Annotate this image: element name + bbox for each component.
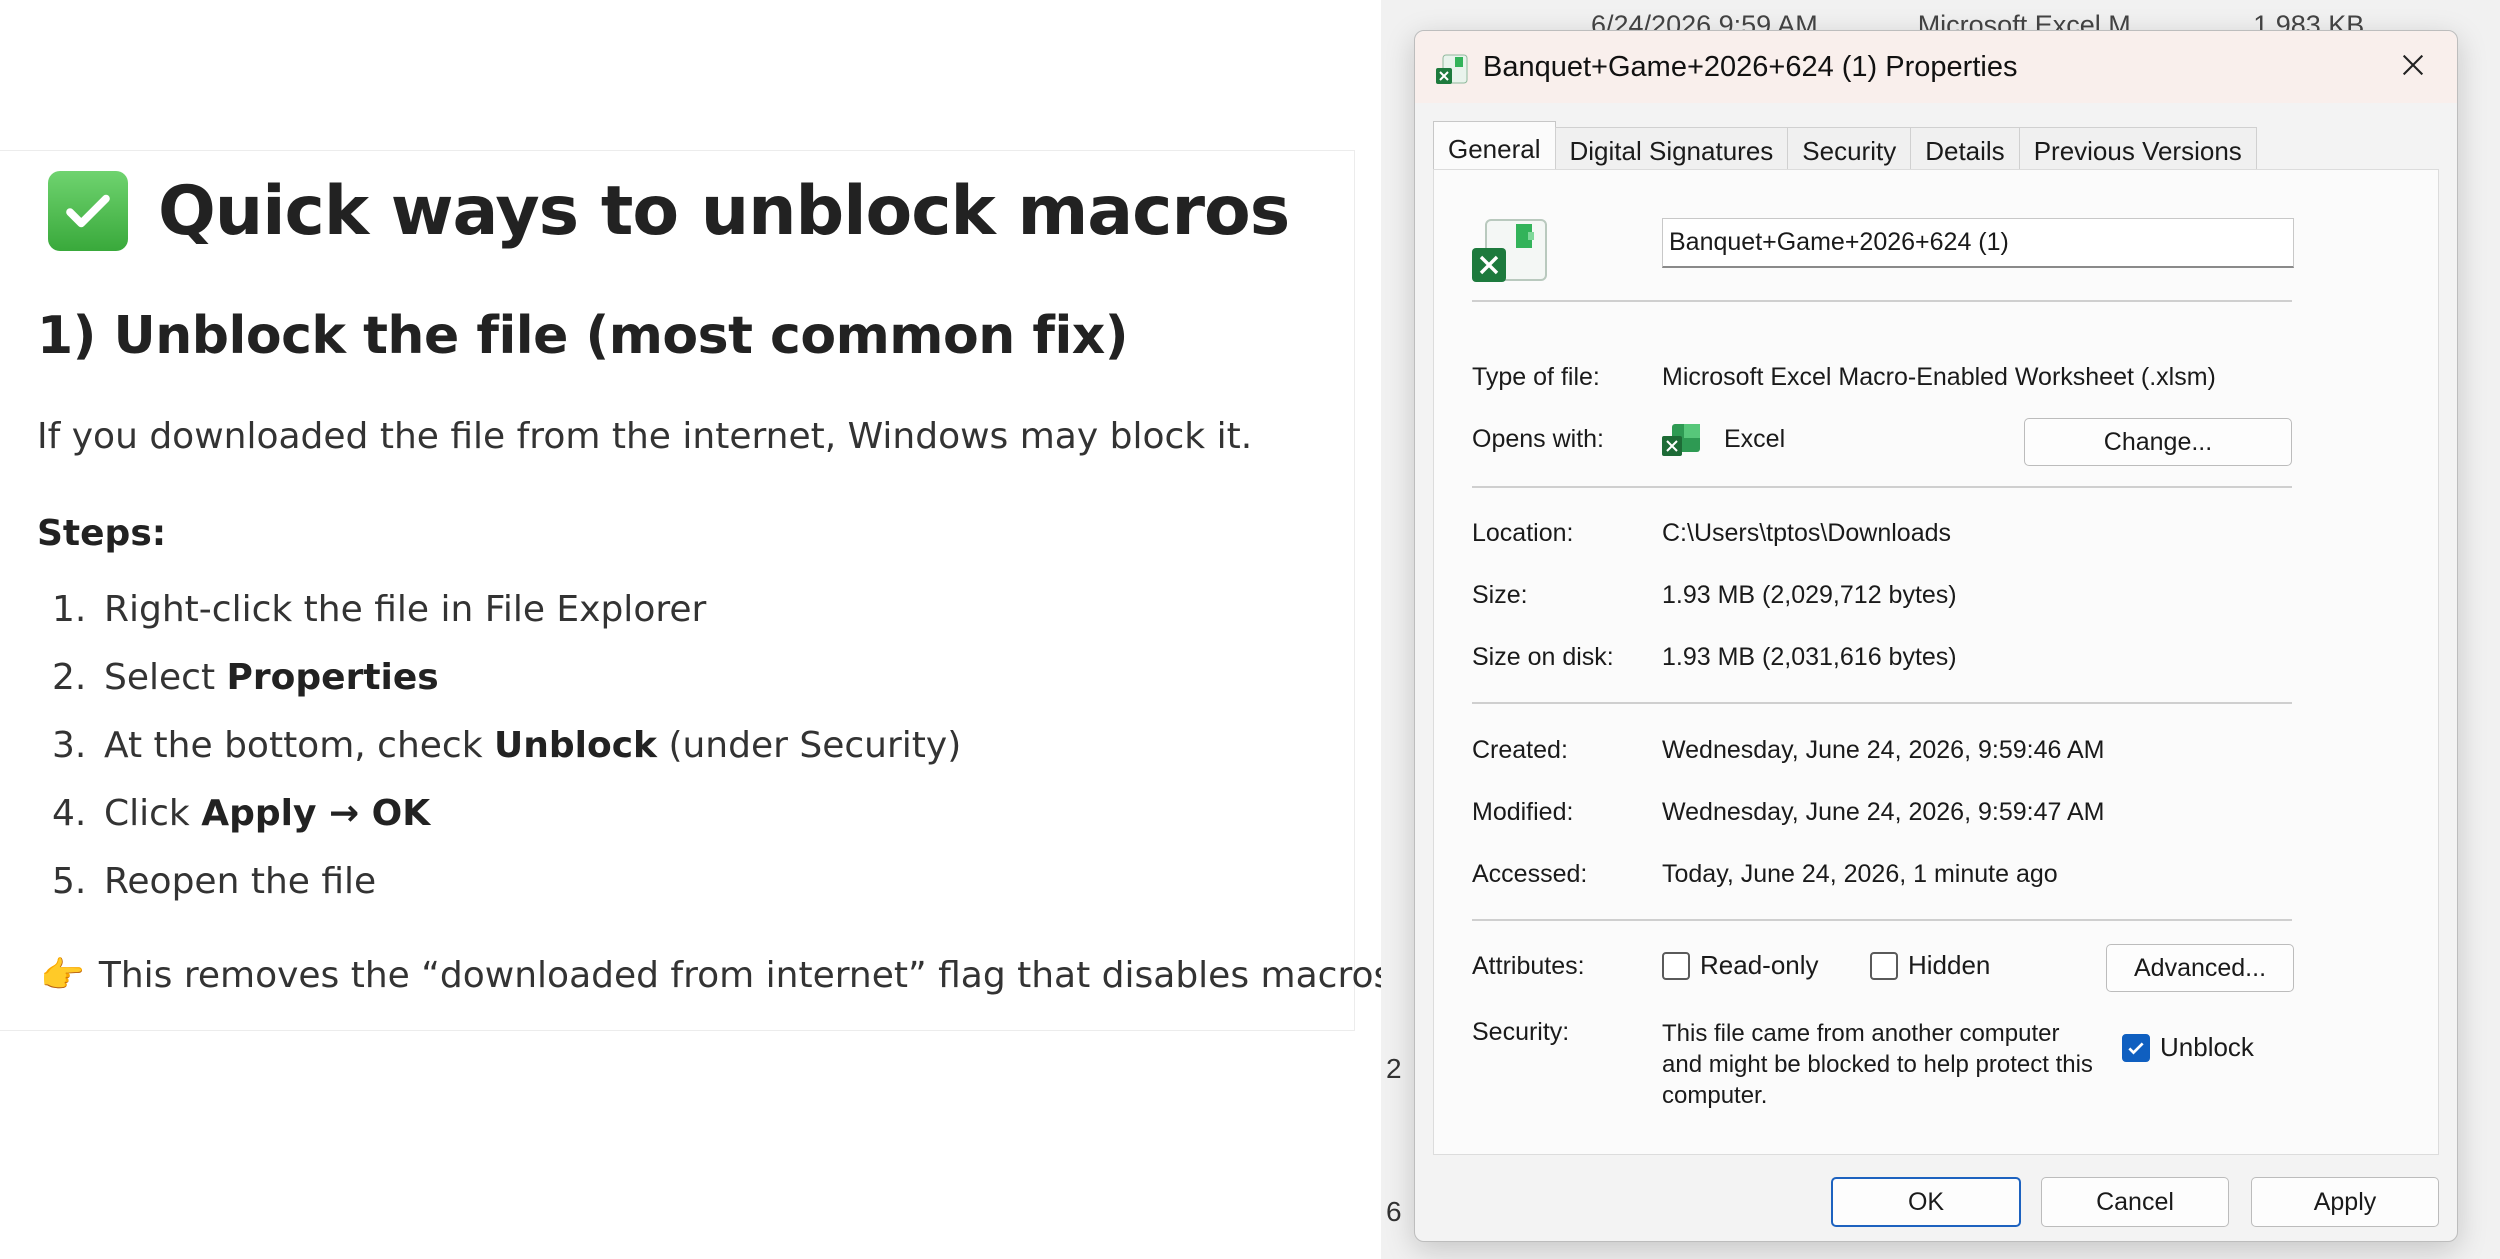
close-button[interactable] — [2393, 45, 2433, 85]
tab-security[interactable]: Security — [1787, 127, 1912, 174]
general-tab-pane: Type of file: Microsoft Excel Macro-Enab… — [1433, 169, 2439, 1155]
ok-button[interactable]: OK — [1831, 1177, 2021, 1227]
article-subheading: 1) Unblock the file (most common fix) — [37, 306, 1129, 366]
size-value: 1.93 MB (2,029,712 bytes) — [1662, 581, 1957, 609]
list-item: 2. Select Properties — [52, 657, 439, 698]
size-on-disk-label: Size on disk: — [1472, 643, 1614, 671]
tab-previous-versions[interactable]: Previous Versions — [2018, 127, 2257, 174]
tab-details[interactable]: Details — [1910, 127, 2020, 174]
location-label: Location: — [1472, 519, 1574, 547]
type-of-file-value: Microsoft Excel Macro-Enabled Worksheet … — [1662, 363, 2216, 391]
file-name-input[interactable] — [1662, 218, 2294, 268]
advanced-button[interactable]: Advanced... — [2106, 944, 2294, 992]
attributes-label: Attributes: — [1472, 952, 1585, 980]
properties-dialog: Banquet+Game+2026+624 (1) Properties Gen… — [1414, 30, 2458, 1242]
article-note-text: This removes the “downloaded from intern… — [98, 954, 1404, 996]
accessed-label: Accessed: — [1472, 860, 1588, 888]
type-of-file-label: Type of file: — [1472, 363, 1600, 391]
tab-digital-signatures[interactable]: Digital Signatures — [1554, 127, 1789, 174]
apply-button[interactable]: Apply — [2251, 1177, 2439, 1227]
hidden-checkbox-label: Hidden — [1908, 950, 1991, 980]
unblock-checkbox[interactable]: Unblock — [2122, 1032, 2254, 1063]
background-number: 2 — [1386, 1053, 1402, 1084]
size-on-disk-value: 1.93 MB (2,031,616 bytes) — [1662, 643, 1957, 671]
modified-label: Modified: — [1472, 798, 1574, 826]
excel-file-icon — [1436, 54, 1468, 84]
hidden-checkbox[interactable]: Hidden — [1870, 950, 1990, 981]
excel-file-icon — [1472, 219, 1547, 282]
readonly-checkbox-box[interactable] — [1662, 951, 1690, 980]
tab-general[interactable]: General — [1433, 121, 1556, 176]
excel-app-icon — [1662, 424, 1700, 456]
modified-value: Wednesday, June 24, 2026, 9:59:47 AM — [1662, 798, 2105, 826]
list-item: 3. At the bottom, check Unblock (under Se… — [52, 725, 962, 766]
steps-list: 1. Right-click the file in File Explorer … — [52, 589, 961, 929]
dialog-titlebar[interactable]: Banquet+Game+2026+624 (1) Properties — [1415, 31, 2457, 103]
opens-with-value: Excel — [1724, 425, 1786, 453]
created-value: Wednesday, June 24, 2026, 9:59:46 AM — [1662, 736, 2105, 764]
check-mark-button-icon — [48, 171, 128, 251]
divider — [1472, 702, 2292, 704]
hidden-checkbox-box[interactable] — [1870, 951, 1898, 980]
checkmark-icon — [2128, 1041, 2144, 1054]
article-heading: Quick ways to unblock macros — [48, 171, 1290, 251]
list-item: 4. Click Apply → OK — [52, 793, 431, 834]
size-label: Size: — [1472, 581, 1528, 609]
created-label: Created: — [1472, 736, 1568, 764]
unblock-checkbox-box[interactable] — [2122, 1033, 2150, 1062]
location-value: C:\Users\tptos\Downloads — [1662, 519, 1952, 547]
unblock-checkbox-label: Unblock — [2160, 1032, 2254, 1062]
tab-bar: General Digital Signatures Security Deta… — [1433, 121, 2257, 176]
divider — [1472, 300, 2292, 302]
pointing-hand-icon: 👉 — [40, 955, 85, 996]
change-button[interactable]: Change... — [2024, 418, 2292, 466]
list-item: 1. Right-click the file in File Explorer — [52, 589, 707, 630]
article-intro: If you downloaded the file from the inte… — [37, 416, 1253, 457]
steps-label: Steps: — [37, 513, 167, 554]
dialog-title: Banquet+Game+2026+624 (1) Properties — [1483, 51, 2018, 83]
background-number: 6 — [1386, 1196, 1402, 1227]
security-label: Security: — [1472, 1018, 1570, 1046]
cancel-button[interactable]: Cancel — [2041, 1177, 2229, 1227]
divider — [1472, 919, 2292, 921]
readonly-checkbox-label: Read-only — [1700, 950, 1819, 980]
readonly-checkbox[interactable]: Read-only — [1662, 950, 1819, 981]
article-note: 👉 This removes the “downloaded from inte… — [40, 954, 1404, 997]
security-warning-text: This file came from another computer and… — [1662, 1020, 2093, 1109]
opens-with-label: Opens with: — [1472, 425, 1605, 453]
close-icon — [2402, 54, 2424, 76]
accessed-value: Today, June 24, 2026, 1 minute ago — [1662, 860, 2058, 888]
article-heading-text: Quick ways to unblock macros — [158, 171, 1290, 251]
list-item: 5. Reopen the file — [52, 861, 377, 902]
chat-response-article: Quick ways to unblock macros 1) Unblock … — [0, 150, 1404, 1031]
divider — [1472, 486, 2292, 488]
